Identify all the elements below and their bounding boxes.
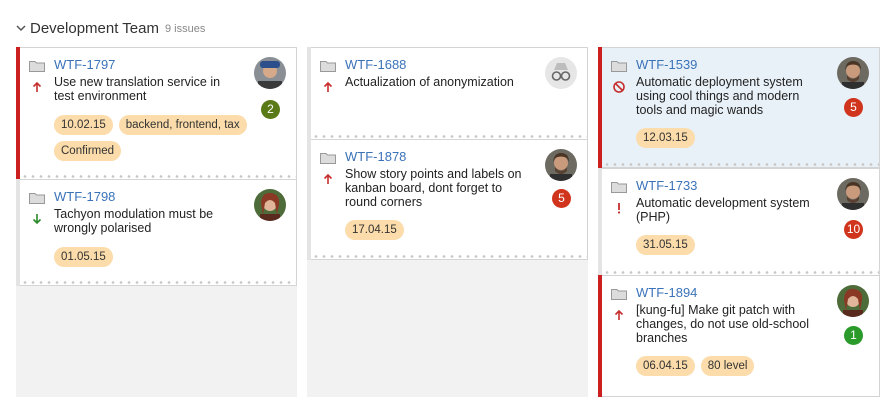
due-date-chip: 12.03.15 xyxy=(636,128,695,148)
due-date-chip: 31.05.15 xyxy=(636,235,695,255)
swimlane-title: Development Team xyxy=(30,19,159,37)
story-points-badge: 10 xyxy=(844,220,863,239)
card-footer-dots xyxy=(603,163,879,166)
summary-line: changes, do not use old-school xyxy=(636,317,810,331)
issue-key-link[interactable]: WTF-1798 xyxy=(54,189,115,204)
summary-line: Actualization of anonymization xyxy=(345,75,514,89)
issue-card-wtf-1688[interactable]: WTF-1688 Actualization of anonymization xyxy=(307,47,588,140)
folder-icon xyxy=(320,153,336,164)
arrow-up-icon xyxy=(614,309,624,320)
issue-summary: Use new translation service in test envi… xyxy=(54,75,220,103)
issue-card-wtf-1733[interactable]: WTF-1733 Automatic development system (P… xyxy=(598,168,880,276)
issue-card-wtf-1798[interactable]: WTF-1798 Tachyon modulation must be wron… xyxy=(16,179,297,286)
labels-chip: backend, frontend, tax xyxy=(118,115,247,135)
folder-icon xyxy=(320,61,336,72)
issue-card-wtf-1894[interactable]: WTF-1894 [kung-fu] Make git patch with c… xyxy=(598,275,880,397)
issue-summary: Automatic deployment system using cool t… xyxy=(636,75,803,117)
summary-line: wrongly polarised xyxy=(54,221,152,235)
anonymous-avatar[interactable] xyxy=(545,57,577,89)
board-column-3: WTF-1539 Automatic deployment system usi… xyxy=(598,47,880,397)
issue-fields: 12.03.15 xyxy=(636,128,846,148)
arrow-up-icon xyxy=(323,173,333,184)
issue-key-link[interactable]: WTF-1733 xyxy=(636,178,697,193)
folder-icon xyxy=(29,61,45,72)
issue-fields: 17.04.15 xyxy=(345,220,555,240)
summary-line: [kung-fu] Make git patch with xyxy=(636,303,796,317)
folder-icon xyxy=(29,193,45,204)
assignee-avatar[interactable] xyxy=(254,189,286,221)
story-points-badge: 1 xyxy=(844,326,863,345)
issue-key-link[interactable]: WTF-1688 xyxy=(345,57,406,72)
assignee-avatar[interactable] xyxy=(837,285,869,317)
issue-summary: [kung-fu] Make git patch with changes, d… xyxy=(636,303,809,345)
arrow-up-icon xyxy=(32,81,42,92)
issue-card-wtf-1539[interactable]: WTF-1539 Automatic deployment system usi… xyxy=(598,47,880,168)
assignee-avatar[interactable] xyxy=(837,57,869,89)
summary-line: Automatic development system xyxy=(636,196,810,210)
issue-fields: 10.02.15 backend, frontend, tax Confirme… xyxy=(54,115,264,161)
summary-line: Use new translation service in xyxy=(54,75,221,89)
exclamation-icon xyxy=(617,203,621,214)
card-footer-dots xyxy=(21,175,296,178)
summary-line: kanban board, dont forget to xyxy=(345,181,503,195)
issue-fields: 01.05.15 xyxy=(54,247,264,267)
issue-key-link[interactable]: WTF-1797 xyxy=(54,57,115,72)
board-column-1: WTF-1797 Use new translation service in … xyxy=(16,47,297,397)
issue-count: 9 issues xyxy=(164,23,206,35)
folder-icon xyxy=(611,182,627,193)
issue-card-wtf-1878[interactable]: WTF-1878 Show story points and labels on… xyxy=(307,139,588,260)
arrow-up-icon xyxy=(323,81,333,92)
due-date-chip: 06.04.15 xyxy=(636,356,695,376)
summary-line: (PHP) xyxy=(636,210,671,224)
assignee-avatar[interactable] xyxy=(545,149,577,181)
arrow-down-icon xyxy=(32,214,42,225)
due-date-chip: 01.05.15 xyxy=(54,247,113,267)
folder-icon xyxy=(611,289,627,300)
folder-icon xyxy=(611,61,627,72)
card-footer-dots xyxy=(312,255,587,258)
issue-summary: Automatic development system (PHP) xyxy=(636,196,810,224)
story-points-badge: 5 xyxy=(552,189,571,208)
story-points-badge: 5 xyxy=(844,98,863,117)
level-chip: 80 level xyxy=(700,356,755,376)
assignee-avatar[interactable] xyxy=(254,57,286,89)
issue-fields: 31.05.15 xyxy=(636,235,846,255)
issue-summary: Actualization of anonymization xyxy=(345,75,514,89)
summary-line: tools and magic wands xyxy=(636,103,764,117)
due-date-chip: 17.04.15 xyxy=(345,220,404,240)
issue-fields: 06.04.15 80 level xyxy=(636,356,846,376)
issue-key-link[interactable]: WTF-1539 xyxy=(636,57,697,72)
status-chip: Confirmed xyxy=(54,141,122,161)
card-footer-dots xyxy=(21,281,296,284)
blocked-icon xyxy=(613,81,625,93)
swimlane-header[interactable]: Development Team 9 issues xyxy=(16,18,205,38)
summary-line: Show story points and labels on xyxy=(345,167,522,181)
summary-line: round corners xyxy=(345,195,423,209)
issue-summary: Show story points and labels on kanban b… xyxy=(345,167,522,209)
card-footer-dots xyxy=(312,135,587,138)
board-column-2: WTF-1688 Actualization of anonymization … xyxy=(307,47,588,397)
issue-card-wtf-1797[interactable]: WTF-1797 Use new translation service in … xyxy=(16,47,297,180)
summary-line: test environment xyxy=(54,89,147,103)
summary-line: using cool things and modern xyxy=(636,89,800,103)
due-date-chip: 10.02.15 xyxy=(54,115,113,135)
summary-line: Tachyon modulation must be xyxy=(54,207,214,221)
card-footer-dots xyxy=(603,271,879,274)
issue-key-link[interactable]: WTF-1878 xyxy=(345,149,406,164)
summary-line: branches xyxy=(636,331,688,345)
chevron-down-icon[interactable] xyxy=(16,23,26,33)
assignee-avatar[interactable] xyxy=(837,178,869,210)
issue-key-link[interactable]: WTF-1894 xyxy=(636,285,697,300)
summary-line: Automatic deployment system xyxy=(636,75,803,89)
issue-summary: Tachyon modulation must be wrongly polar… xyxy=(54,207,213,235)
